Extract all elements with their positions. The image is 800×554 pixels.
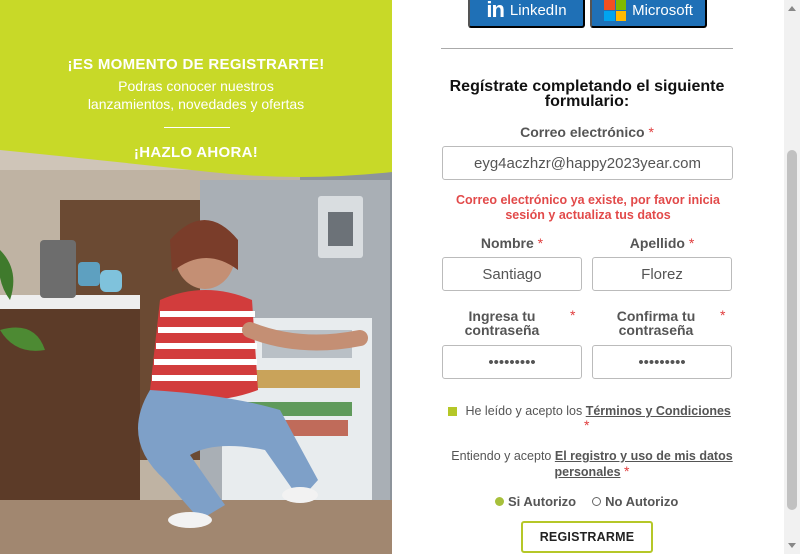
promo-heading: ¡ES MOMENTO DE REGISTRARTE! [67,56,325,73]
linkedin-login-button[interactable]: in LinkedIn [468,0,585,28]
first-name-field[interactable] [442,257,582,291]
confirm-password-label: Confirma tu contraseña [616,308,696,338]
required-mark: * [720,307,726,323]
required-mark: * [648,124,654,140]
microsoft-label: Microsoft [632,1,693,19]
confirm-password-field[interactable] [592,345,732,379]
form-title: Regístrate completando el siguiente form… [449,78,725,110]
required-mark: * [584,417,590,433]
linkedin-icon: in [486,0,505,22]
authorization-options: Si Autorizo No Autorizo [495,494,678,509]
microsoft-icon [604,0,627,21]
promo-divider [164,127,230,128]
data-consent-prefix: Entiendo y acepto [451,449,552,463]
last-name-label: Apellido * [592,236,732,250]
email-label-text: Correo electrónico [520,124,645,140]
radio-si-autorizo[interactable] [495,497,504,506]
email-field[interactable] [442,146,733,180]
divider [441,48,733,49]
terms-checkbox[interactable] [448,407,457,417]
radio-no-autorizo[interactable] [592,497,602,506]
password-label: Ingresa tu contraseña [464,308,540,338]
required-mark: * [570,307,576,323]
required-mark: * [537,235,544,251]
registration-page: ¡ES MOMENTO DE REGISTRARTE! Podras conoc… [0,0,800,554]
microsoft-login-button[interactable]: Microsoft [590,0,707,28]
last-name-label-text: Apellido [629,235,685,251]
linkedin-label: LinkedIn [509,1,567,19]
radio-no-label: No Autorizo [605,494,679,509]
promo-subtitle-line: lanzamientos, novedades y ofertas [87,96,305,112]
data-consent-row: Entiendo y acepto El registro y uso de m… [444,449,740,480]
last-name-field[interactable] [592,257,732,291]
required-mark: * [688,235,695,251]
scroll-down-icon[interactable] [788,543,796,548]
required-mark: * [624,463,630,479]
promo-subtitle-line: Podras conocer nuestros [118,78,274,94]
register-button[interactable]: REGISTRARME [521,521,653,553]
data-consent-link[interactable]: El registro y uso de mis datos personale… [555,449,733,479]
terms-link[interactable]: Términos y Condiciones [586,404,731,418]
scroll-up-icon[interactable] [788,6,796,11]
terms-row: He leído y acepto los Términos y Condici… [448,404,738,418]
first-name-label: Nombre * [442,236,582,250]
password-field[interactable] [442,345,582,379]
first-name-label-text: Nombre [480,235,534,251]
scroll-thumb[interactable] [787,150,797,510]
email-error-message: Correo electrónico ya existe, por favor … [456,193,720,222]
email-label: Correo electrónico * [482,125,692,139]
promo-subtitle: Podras conocer nuestros lanzamientos, no… [0,77,392,113]
terms-prefix: He leído y acepto los [465,404,583,418]
radio-si-label: Si Autorizo [508,494,577,509]
scrollbar[interactable] [784,0,800,554]
promo-panel: ¡ES MOMENTO DE REGISTRARTE! Podras conoc… [0,0,392,554]
registration-form: in LinkedIn Microsoft Regístrate complet… [392,0,784,554]
promo-cta: ¡HAZLO AHORA! [133,144,259,161]
